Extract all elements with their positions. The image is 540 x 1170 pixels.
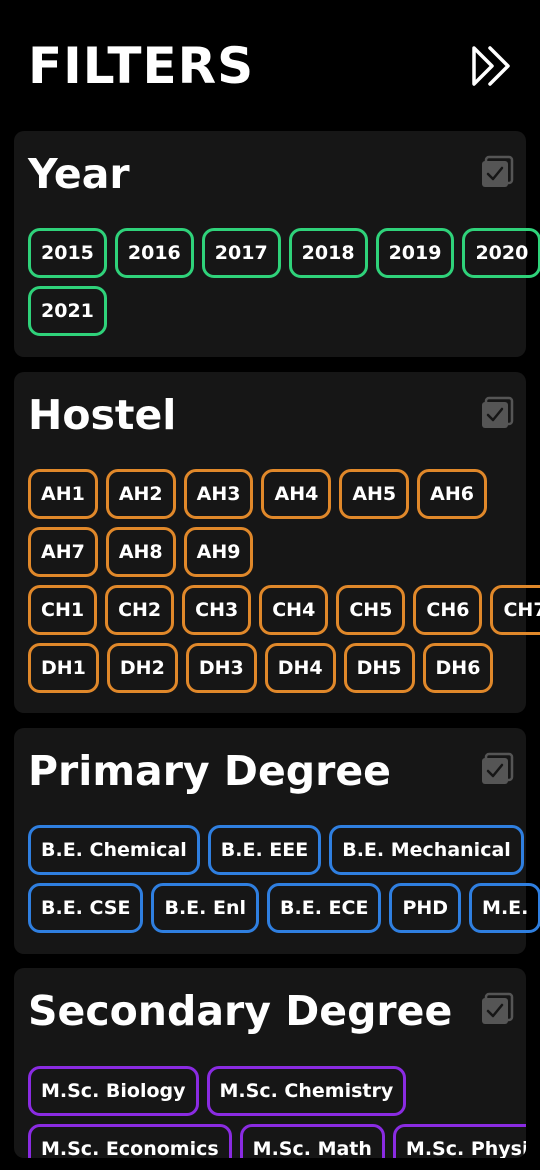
secondary-degree-filter-chip[interactable]: M.Sc. Chemistry bbox=[206, 1066, 407, 1116]
hostel-filter-chip[interactable]: AH8 bbox=[105, 527, 176, 577]
primary-degree-filter-chip[interactable]: B.E. Chemical bbox=[28, 825, 200, 875]
hostel-filter-chip[interactable]: AH1 bbox=[28, 469, 98, 519]
chip-row: M.Sc. EconomicsM.Sc. MathM.Sc. Physics bbox=[28, 1124, 526, 1158]
hostel-filter-chip[interactable]: CH1 bbox=[28, 585, 98, 635]
secondary-degree-filter-chip[interactable]: M.Sc. Math bbox=[239, 1124, 385, 1158]
secondary-degree-filter-chip[interactable]: M.Sc. Physics bbox=[392, 1124, 526, 1158]
chip-row: AH7 AH8 AH9 bbox=[28, 527, 516, 577]
hostel-filter-chip[interactable]: AH6 bbox=[417, 469, 487, 519]
year-filter-card: Year 2015 2016 2017 2018 2019 2020 2021 bbox=[14, 131, 540, 357]
year-filter-chip[interactable]: 2015 bbox=[28, 228, 107, 278]
year-filter-chip[interactable]: 2021 bbox=[28, 286, 107, 336]
primary-degree-filter-chip[interactable]: B.E. CSE bbox=[28, 883, 144, 933]
hostel-filter-chip[interactable]: DH2 bbox=[106, 643, 178, 693]
year-filter-chip[interactable]: 2018 bbox=[288, 228, 368, 278]
chip-row: B.E. CSE B.E. Enl B.E. ECE PHD M.E. bbox=[28, 883, 540, 933]
hostel-filter-chip[interactable]: CH7 bbox=[490, 585, 540, 635]
checkbox-icon bbox=[482, 752, 514, 784]
hostel-filter-chip[interactable]: CH6 bbox=[413, 585, 483, 635]
primary-degree-filter-chip[interactable]: M.E. bbox=[469, 883, 540, 933]
year-chip-list: 2015 2016 2017 2018 2019 2020 2021 bbox=[28, 228, 540, 344]
hostel-filter-chip[interactable]: AH9 bbox=[183, 527, 254, 577]
primary-degree-filter-chip[interactable]: B.E. Enl bbox=[151, 883, 260, 933]
hostel-chip-list: AH1 AH2 AH3 AH4 AH5 AH6 AH7 AH8 AH9 CH1 CH2 CH3 CH4 C… bbox=[28, 469, 540, 701]
primary-degree-filter-chip[interactable]: PHD bbox=[389, 883, 462, 933]
secondary-degree-section-title: Secondary Degree bbox=[28, 987, 453, 1035]
chip-row: DH1 DH2 DH3 DH4 DH5 DH6 bbox=[28, 643, 516, 693]
chip-row: B.E. Chemical B.E. EEE B.E. Mechanical bbox=[28, 825, 524, 875]
checkbox-icon bbox=[482, 992, 514, 1024]
primary-degree-section-title: Primary Degree bbox=[28, 747, 391, 795]
hostel-filter-chip[interactable]: AH5 bbox=[339, 469, 410, 519]
secondary-degree-chip-list: M.Sc. Biology M.Sc. Chemistry M.Sc. Econom… bbox=[28, 1066, 526, 1158]
hostel-filter-chip[interactable]: DH3 bbox=[185, 643, 257, 693]
hostel-filter-card: Hostel AH1 AH2 AH3 AH4 AH5 AH6 AH7 AH8 AH9 CH1 CH2… bbox=[14, 372, 540, 713]
year-filter-chip[interactable]: 2016 bbox=[114, 228, 194, 278]
chip-row: 2015 2016 2017 2018 2019 2020 bbox=[28, 228, 540, 278]
chip-row: CH1 CH2 CH3 CH4 CH5 CH6 CH7 bbox=[28, 585, 540, 635]
year-section-title: Year bbox=[28, 150, 130, 198]
collapse-filters-button[interactable] bbox=[468, 42, 516, 90]
hostel-section-title: Hostel bbox=[28, 391, 177, 439]
hostel-filter-chip[interactable]: DH4 bbox=[264, 643, 336, 693]
secondary-degree-filter-chip[interactable]: M.Sc. Economics bbox=[28, 1124, 232, 1158]
hostel-filter-chip[interactable]: AH3 bbox=[183, 469, 254, 519]
hostel-filter-chip[interactable]: DH6 bbox=[422, 643, 494, 693]
hostel-filter-chip[interactable]: CH2 bbox=[105, 585, 175, 635]
primary-degree-filter-chip[interactable]: B.E. Mechanical bbox=[329, 825, 524, 875]
chip-row: M.Sc. Biology M.Sc. Chemistry bbox=[28, 1066, 516, 1116]
hostel-filter-chip[interactable]: AH4 bbox=[261, 469, 332, 519]
header: FILTERS bbox=[28, 30, 516, 102]
hostel-filter-chip[interactable]: CH3 bbox=[182, 585, 252, 635]
hostel-filter-chip[interactable]: AH7 bbox=[28, 527, 98, 577]
year-filter-chip[interactable]: 2019 bbox=[375, 228, 455, 278]
chip-row: AH1 AH2 AH3 AH4 AH5 AH6 bbox=[28, 469, 516, 519]
checkbox-icon bbox=[482, 155, 514, 187]
year-filter-chip[interactable]: 2017 bbox=[201, 228, 281, 278]
primary-degree-filter-chip[interactable]: B.E. ECE bbox=[267, 883, 382, 933]
page-title: FILTERS bbox=[28, 37, 255, 95]
hostel-select-all-checkbox[interactable] bbox=[480, 396, 514, 430]
hostel-filter-chip[interactable]: DH1 bbox=[28, 643, 99, 693]
chip-row: 2021 bbox=[28, 286, 516, 336]
hostel-filter-chip[interactable]: CH4 bbox=[259, 585, 329, 635]
double-chevron-right-icon bbox=[472, 46, 510, 86]
primary-degree-select-all-checkbox[interactable] bbox=[480, 752, 514, 786]
year-filter-chip[interactable]: 2020 bbox=[462, 228, 540, 278]
primary-degree-filter-card: Primary Degree B.E. Chemical B.E. EEE B.E.… bbox=[14, 728, 540, 954]
year-select-all-checkbox[interactable] bbox=[480, 155, 514, 189]
hostel-filter-chip[interactable]: CH5 bbox=[336, 585, 406, 635]
hostel-filter-chip[interactable]: DH5 bbox=[343, 643, 415, 693]
primary-degree-chip-list: B.E. Chemical B.E. EEE B.E. Mechanical B.E.… bbox=[28, 825, 540, 941]
checkbox-icon bbox=[482, 396, 514, 428]
secondary-degree-filter-chip[interactable]: M.Sc. Biology bbox=[28, 1066, 199, 1116]
hostel-filter-chip[interactable]: AH2 bbox=[105, 469, 176, 519]
primary-degree-filter-chip[interactable]: B.E. EEE bbox=[207, 825, 322, 875]
secondary-degree-select-all-checkbox[interactable] bbox=[480, 992, 514, 1026]
secondary-degree-filter-card: Secondary Degree M.Sc. Biology M.Sc. Chem… bbox=[14, 968, 526, 1158]
